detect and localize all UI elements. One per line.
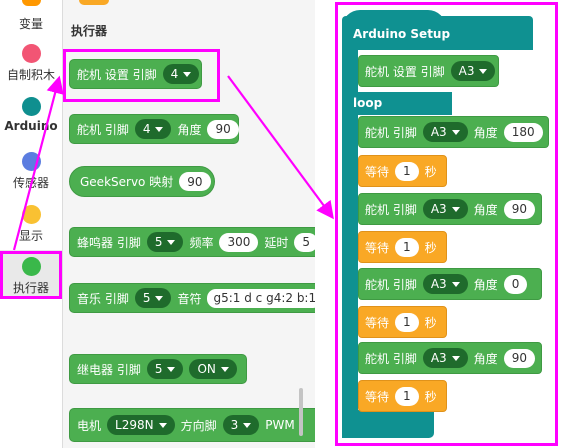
arrow-sidebar-to-block [12,75,64,251]
arrow-block-to-script [227,75,334,220]
annotation-arrows [12,75,334,251]
